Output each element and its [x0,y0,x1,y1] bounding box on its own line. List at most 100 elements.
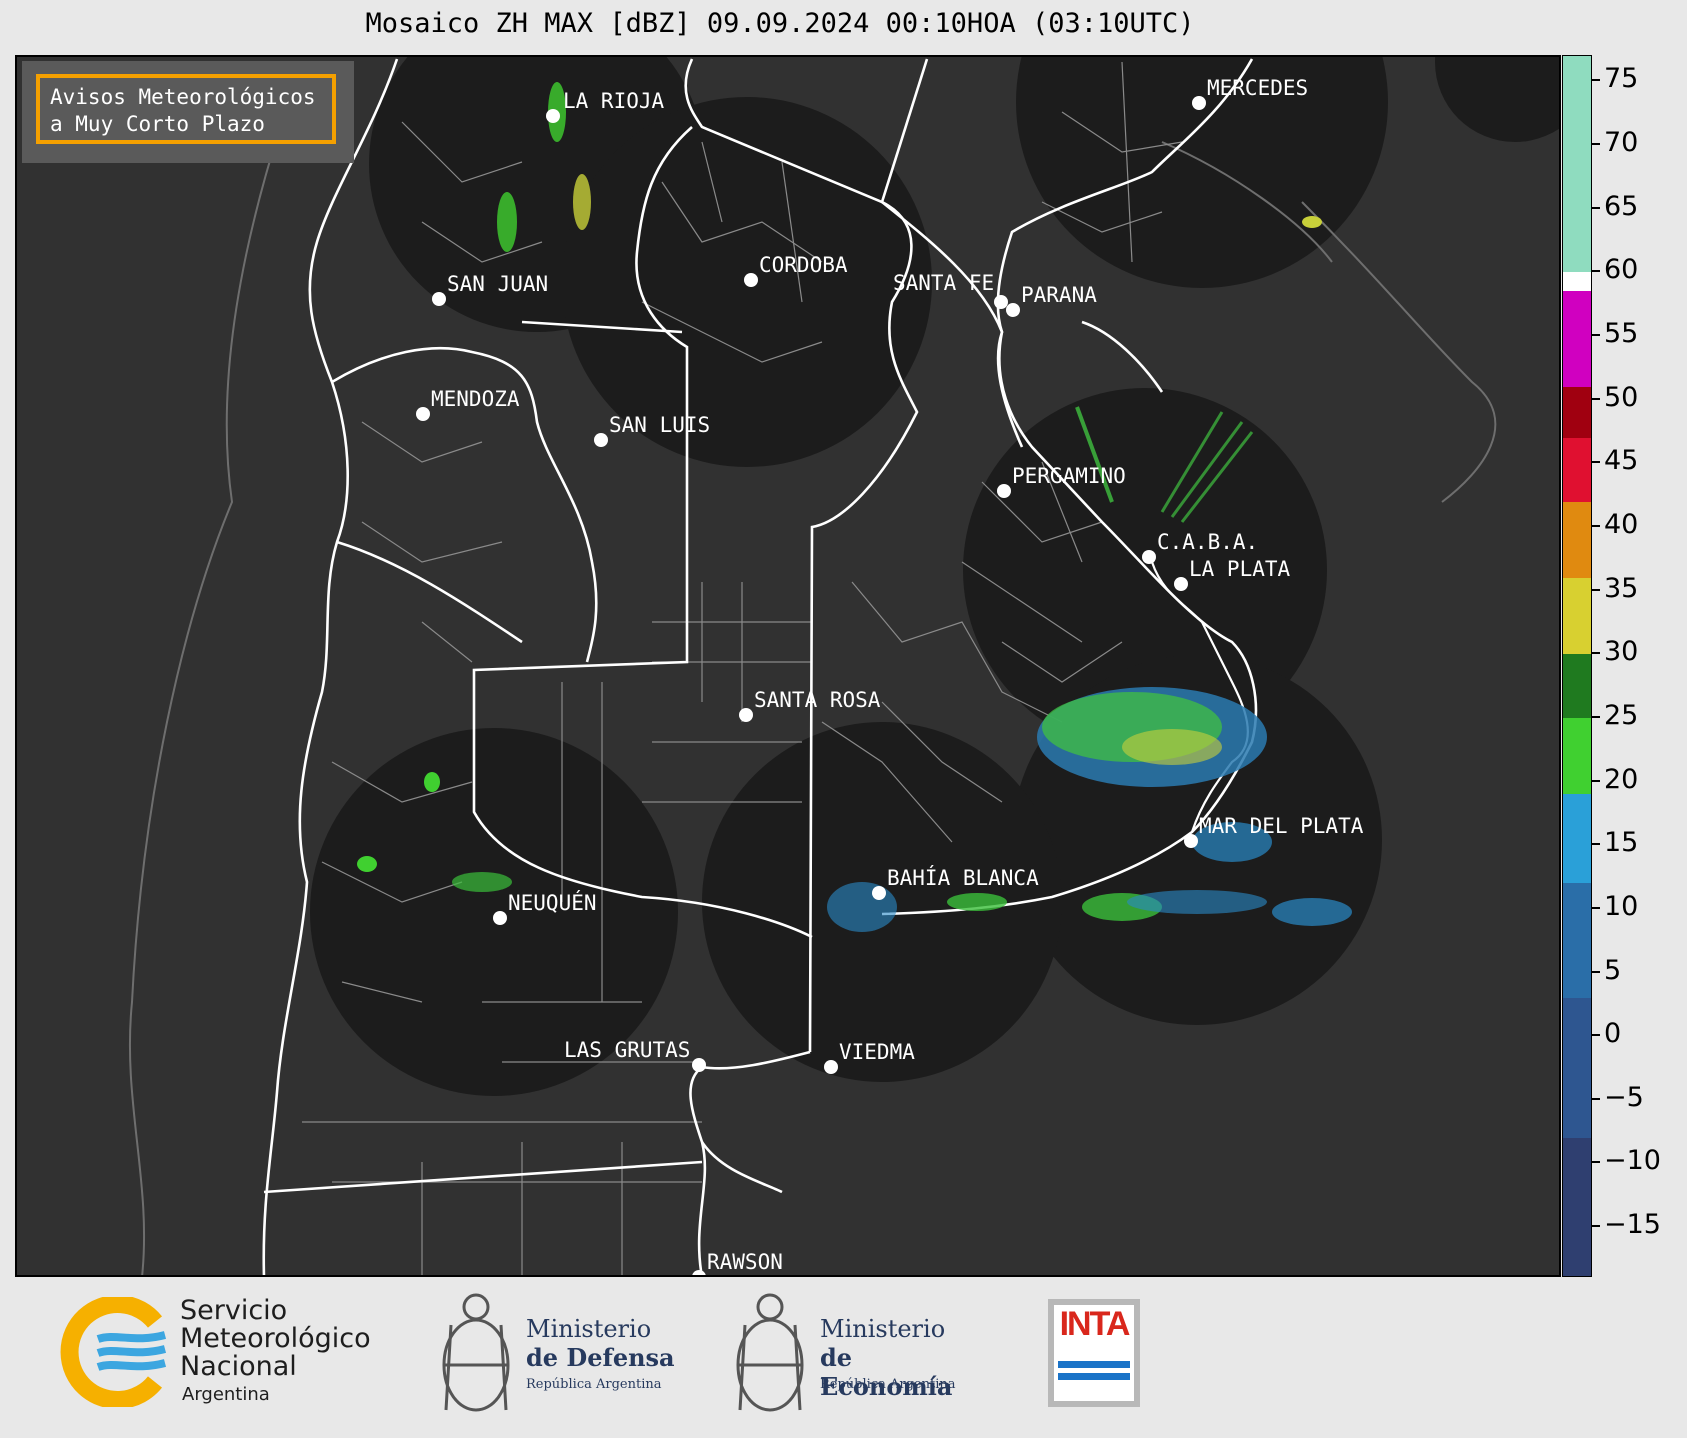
radar-map[interactable]: LA RIOJA SAN JUAN CORDOBA SANTA FE PARAN… [15,55,1561,1277]
coat-of-arms-icon [736,1293,804,1412]
colorbar-tick [1592,270,1600,273]
echo-mercedes [1302,216,1322,228]
colorbar-segment [1563,717,1591,795]
echo-rioja-1 [497,192,517,252]
economia-line-3: República Argentina [820,1377,956,1392]
smn-name-line-2: Meteorológico [180,1323,371,1354]
label-cordoba: CORDOBA [759,253,848,277]
colorbar-segment [1563,56,1591,273]
colorbar-segment [1563,501,1591,578]
radar-map-canvas: LA RIOJA SAN JUAN CORDOBA SANTA FE PARAN… [129,57,1559,1275]
colorbar-tick [1592,397,1600,400]
echo-neuquen-n [424,772,440,792]
colorbar-tick [1592,715,1600,718]
warning-notice-line-2: a Muy Corto Plazo [50,112,265,136]
colorbar-tick-label: 30 [1604,636,1639,668]
label-caba: C.A.B.A. [1157,530,1258,554]
echo-neuquen [452,872,512,892]
economia-line-1: Ministerio [820,1315,946,1343]
colorbar-tick [1592,524,1600,527]
echo-neuquen-w [357,856,377,872]
smn-name-line-3: Nacional [180,1351,297,1382]
colorbar-tick [1592,843,1600,846]
economia-logo: Ministerio de Economía República Argenti… [730,1285,990,1430]
label-las-grutas: LAS GRUTAS [564,1038,690,1062]
colorbar-tick [1592,461,1600,464]
colorbar-tick [1592,588,1600,591]
colorbar-tick-label: 15 [1604,827,1639,859]
defensa-line-3: República Argentina [526,1377,662,1392]
echo-offshore-4 [1272,898,1352,926]
marker-san-juan [432,292,446,306]
label-rawson: RAWSON [707,1250,783,1274]
colorbar-tick-label: 40 [1604,508,1639,540]
inta-logo: INTA [1048,1299,1140,1407]
colorbar-segment [1563,997,1591,1138]
colorbar-tick-label: 0 [1604,1018,1622,1050]
marker-mercedes [1192,96,1206,110]
label-mercedes: MERCEDES [1207,76,1308,100]
label-mendoza: MENDOZA [431,387,520,411]
colorbar-tick [1592,906,1600,909]
footer-logos: Servicio Meteorológico Nacional Argentin… [0,1277,1687,1438]
colorbar-tick-label: 55 [1604,318,1639,350]
colorbar-tick [1592,1097,1600,1100]
marker-la-plata [1174,577,1188,591]
colorbar-tick [1592,779,1600,782]
colorbar-tick-label: 75 [1604,63,1639,95]
marker-santa-fe [994,295,1008,309]
marker-pergamino [997,484,1011,498]
label-viedma: VIEDMA [839,1040,915,1064]
colorbar-tick-label: 10 [1604,890,1639,922]
colorbar-segment [1563,577,1591,655]
colorbar-tick-label: 60 [1604,254,1639,286]
colorbar-tick [1592,1161,1600,1164]
colorbar-segment [1563,437,1591,502]
colorbar-tick-label: −10 [1604,1145,1661,1177]
colorbar-tick-label: 65 [1604,190,1639,222]
label-bahia-blanca: BAHÍA BLANCA [887,865,1039,890]
marker-mendoza [416,407,430,421]
marker-caba [1142,550,1156,564]
defensa-line-2: de Defensa [526,1343,675,1372]
smn-country: Argentina [182,1384,270,1405]
colorbar-segment [1563,883,1591,998]
marker-rawson [692,1270,706,1275]
inta-label: INTA [1059,1305,1131,1343]
marker-santa-rosa [739,708,753,722]
marker-bahia-blanca [872,886,886,900]
label-la-rioja: LA RIOJA [563,89,665,113]
marker-mar-del-plata [1184,834,1198,848]
marker-parana [1006,303,1020,317]
colorbar-tick [1592,206,1600,209]
label-parana: PARANA [1021,283,1097,307]
defensa-line-1: Ministerio [526,1315,652,1343]
economia-line-2: de Economía [820,1343,953,1401]
label-pergamino: PERGAMINO [1012,464,1126,488]
dbz-colorbar [1562,55,1592,1277]
marker-las-grutas [692,1058,706,1072]
marker-neuquen [493,911,507,925]
colorbar-tick-label: 70 [1604,127,1639,159]
smn-emblem-icon [60,1297,167,1407]
label-santa-fe: SANTA FE [893,271,994,295]
warning-notice-box[interactable]: Avisos Meteorológicos a Muy Corto Plazo [22,61,354,163]
map-title: Mosaico ZH MAX [dBZ] 09.09.2024 00:10HOA… [365,8,1195,39]
warning-notice-frame: Avisos Meteorológicos a Muy Corto Plazo [36,74,336,144]
colorbar-segment [1563,654,1591,718]
radar-disc-mercedes [1016,57,1388,288]
colorbar-tick-label: 5 [1604,954,1622,986]
smn-logo: Servicio Meteorológico Nacional Argentin… [60,1297,390,1417]
colorbar-tick-label: −5 [1604,1081,1644,1113]
colorbar-segment [1563,386,1591,438]
label-neuquen: NEUQUÉN [508,890,597,915]
colorbar-segment [1563,794,1591,884]
colorbar-tick [1592,1225,1600,1228]
colorbar-tick [1592,334,1600,337]
defensa-logo: Ministerio de Defensa República Argentin… [436,1285,686,1430]
colorbar-tick-label: 50 [1604,381,1639,413]
label-santa-rosa: SANTA ROSA [754,688,881,712]
colorbar-tick-label: 45 [1604,445,1639,477]
colorbar-tick [1592,970,1600,973]
marker-la-rioja [546,109,560,123]
